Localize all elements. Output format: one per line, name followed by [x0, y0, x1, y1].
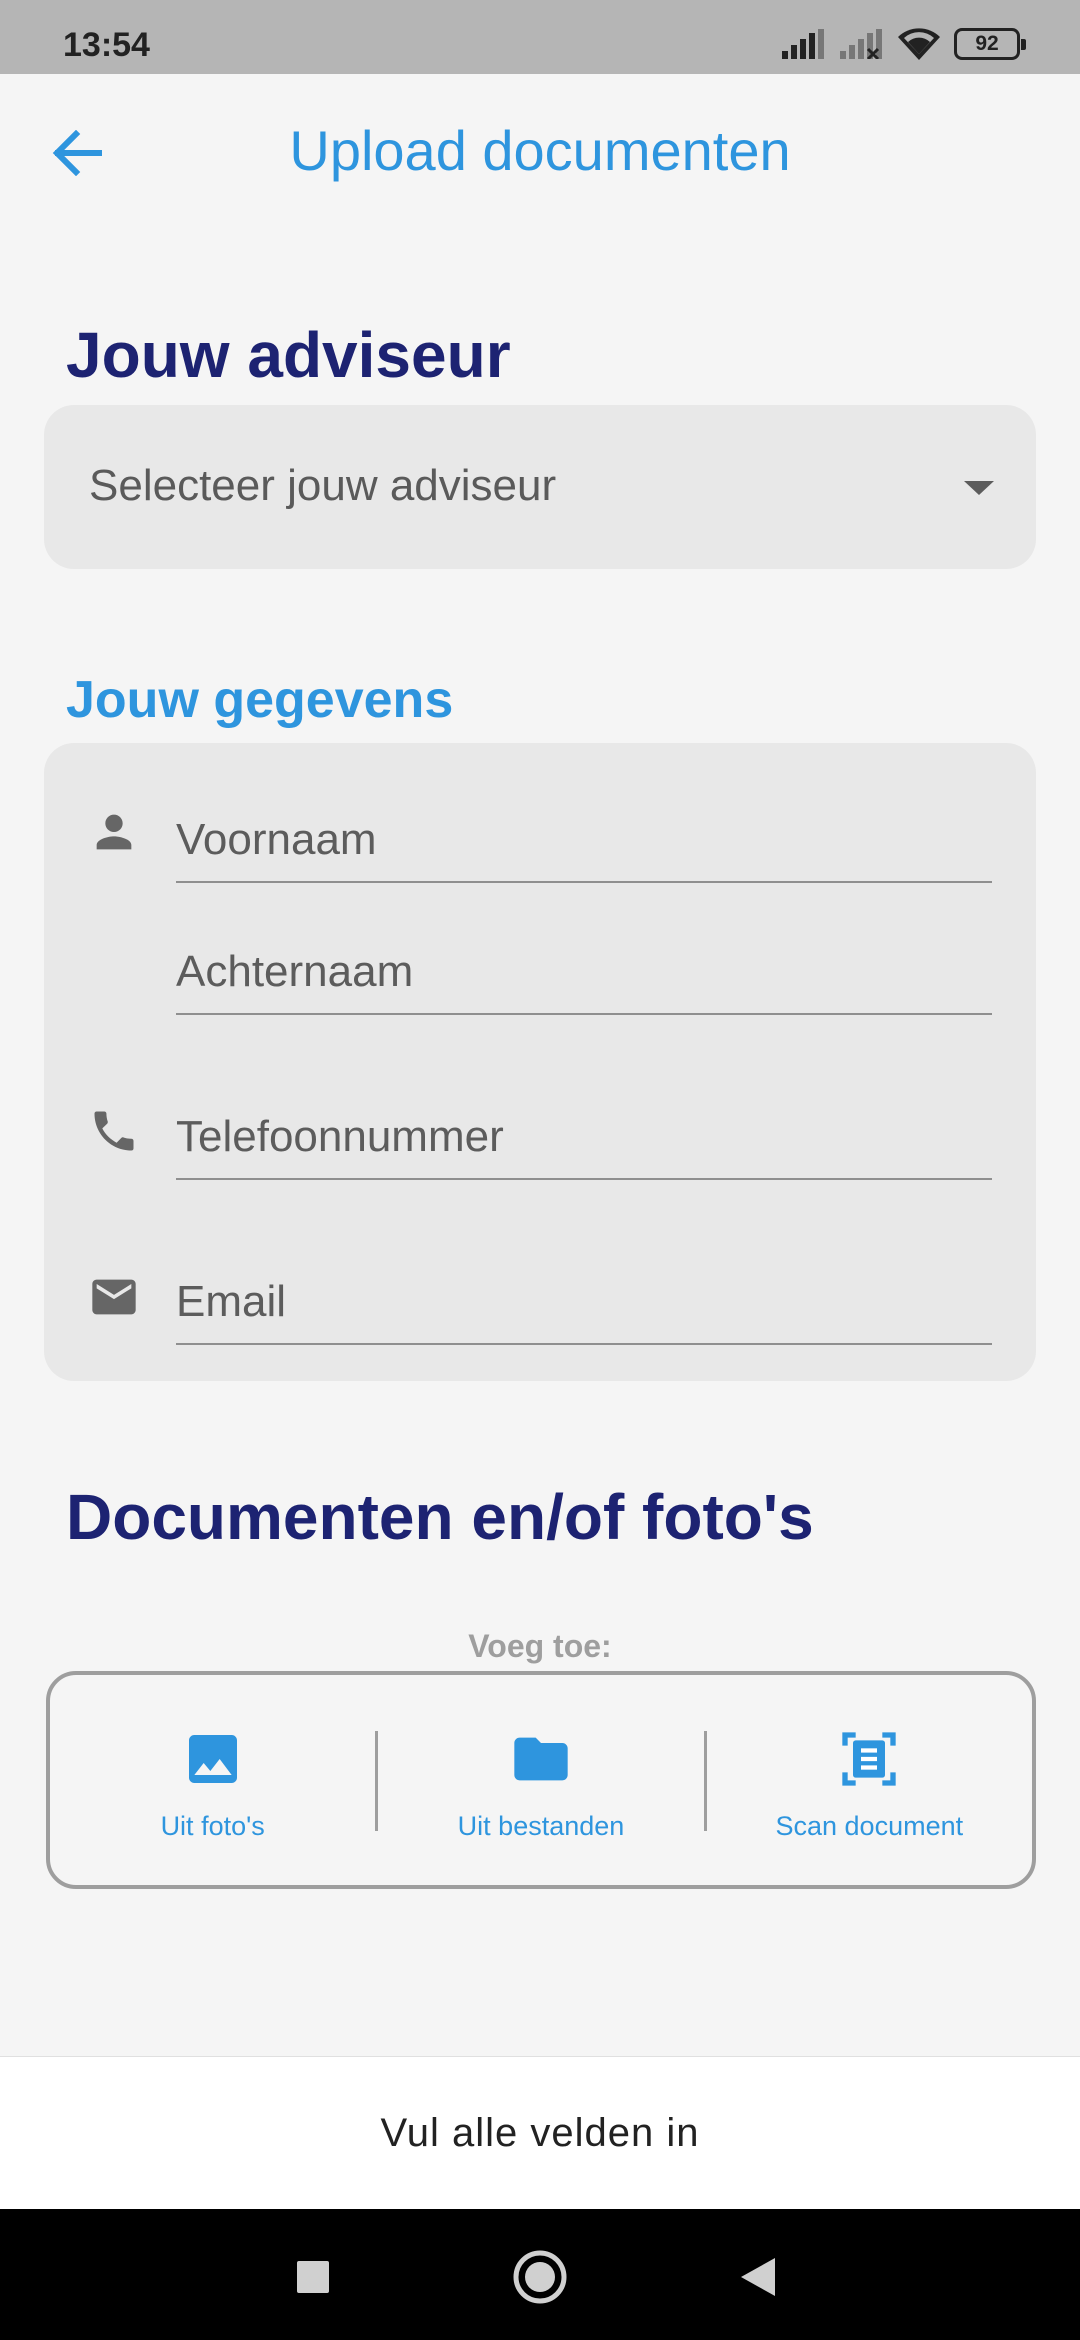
add-label: Voeg toe: [468, 1628, 612, 1664]
details-section-title: Jouw gegevens [66, 671, 454, 729]
scan-document-button[interactable]: Scan document [707, 1675, 1032, 1885]
folder-icon [514, 1737, 568, 1781]
back-nav-button[interactable] [718, 2237, 798, 2317]
submit-button-label: Vul alle velden in [380, 2110, 700, 2155]
phone-field[interactable]: Telefoonnummer [176, 1090, 992, 1180]
triangle-back-icon [741, 2258, 775, 2296]
phone-placeholder: Telefoonnummer [176, 1112, 504, 1161]
recent-apps-button[interactable] [273, 2237, 353, 2317]
mail-icon [92, 1279, 136, 1315]
image-icon [188, 1735, 237, 1783]
add-options: Uit foto's Uit bestanden Scan document [46, 1671, 1036, 1889]
page-title: Upload documenten [289, 119, 791, 182]
adviser-select[interactable]: Selecteer jouw adviseur [44, 405, 1036, 569]
add-from-photos-button[interactable]: Uit foto's [50, 1675, 375, 1885]
system-nav-bar [0, 2209, 1080, 2340]
email-placeholder: Email [176, 1277, 287, 1326]
battery-indicator: 92 [954, 28, 1026, 60]
signal-icon [782, 29, 824, 59]
phone-icon [94, 1111, 134, 1151]
documents-section-title: Documenten en/of foto's [66, 1481, 814, 1553]
scan-document-label: Scan document [775, 1811, 964, 1841]
dropdown-arrow-icon [964, 481, 994, 495]
details-form: Voornaam Achternaam Telefoonnummer Email [44, 743, 1036, 1381]
last-name-placeholder: Achternaam [176, 947, 414, 996]
submit-button[interactable]: Vul alle velden in [0, 2056, 1080, 2209]
status-icons: 92 [782, 24, 1026, 64]
last-name-field[interactable]: Achternaam [176, 925, 992, 1015]
email-field[interactable]: Email [176, 1255, 992, 1345]
add-from-photos-label: Uit foto's [160, 1811, 265, 1841]
signal-no-service-icon [840, 29, 882, 59]
add-from-files-label: Uit bestanden [457, 1811, 625, 1841]
person-icon [96, 814, 132, 850]
home-button[interactable] [500, 2237, 580, 2317]
wifi-icon [898, 28, 940, 60]
first-name-placeholder: Voornaam [176, 815, 377, 864]
adviser-section-title: Jouw adviseur [66, 319, 511, 391]
app-bar: Upload documenten [0, 74, 1080, 230]
circle-icon [513, 2250, 567, 2304]
status-bar: 13:54 92 [0, 0, 1080, 74]
status-time: 13:54 [63, 26, 150, 64]
add-from-files-button[interactable]: Uit bestanden [378, 1675, 703, 1885]
first-name-field[interactable]: Voornaam [176, 793, 992, 883]
adviser-select-placeholder: Selecteer jouw adviseur [89, 461, 557, 510]
document-scanner-icon [842, 1732, 896, 1786]
square-icon [297, 2261, 329, 2293]
battery-level: 92 [975, 32, 999, 55]
